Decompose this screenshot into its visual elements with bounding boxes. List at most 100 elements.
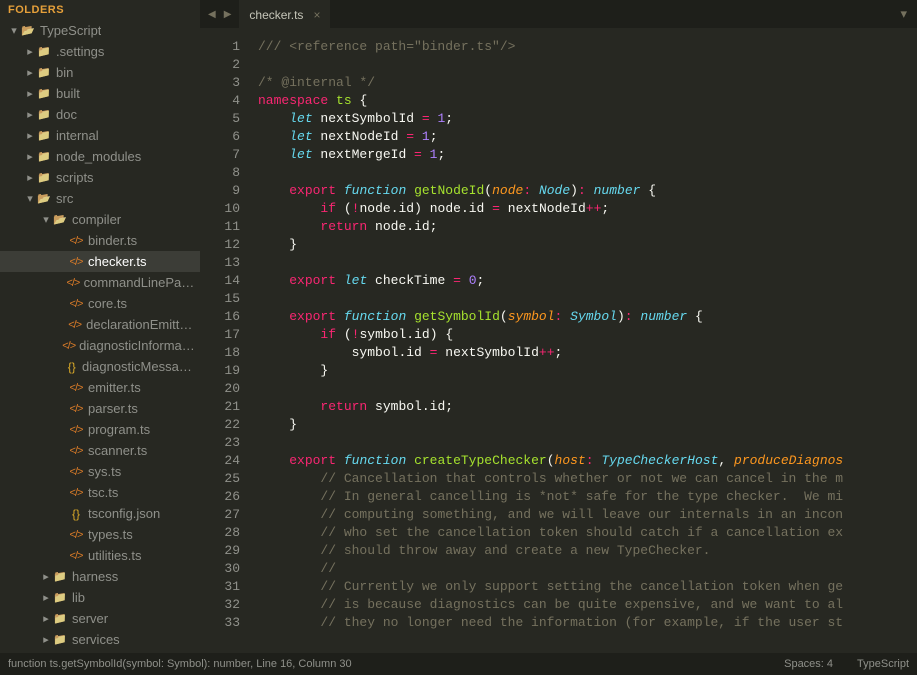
- line-number: 8: [200, 164, 240, 182]
- code-line[interactable]: if (!symbol.id) {: [258, 326, 917, 344]
- code-line[interactable]: let nextSymbolId = 1;: [258, 110, 917, 128]
- code-line[interactable]: let nextNodeId = 1;: [258, 128, 917, 146]
- code-line[interactable]: /* @internal */: [258, 74, 917, 92]
- code-line[interactable]: [258, 380, 917, 398]
- tree-item-sys-ts[interactable]: sys.ts: [0, 461, 200, 482]
- tree-item-typescript[interactable]: ▾TypeScript: [0, 20, 200, 41]
- code-line[interactable]: // should throw away and create a new Ty…: [258, 542, 917, 560]
- tab-close-icon[interactable]: ×: [313, 8, 320, 22]
- code-line[interactable]: [258, 56, 917, 74]
- tree-item-doc[interactable]: ▸ doc: [0, 104, 200, 125]
- tree-item-label: doc: [56, 107, 77, 122]
- tree-item-scanner-ts[interactable]: scanner.ts: [0, 440, 200, 461]
- code-line[interactable]: }: [258, 362, 917, 380]
- disclosure-triangle-icon[interactable]: ▸: [40, 591, 52, 604]
- status-indent[interactable]: Spaces: 4: [784, 658, 833, 670]
- disclosure-triangle-icon[interactable]: ▸: [24, 66, 36, 79]
- line-number: 19: [200, 362, 240, 380]
- disclosure-triangle-icon[interactable]: ▾: [40, 213, 52, 226]
- disclosure-triangle-icon[interactable]: ▸: [24, 108, 36, 121]
- tree-item-label: utilities.ts: [88, 548, 141, 563]
- disclosure-triangle-icon[interactable]: ▸: [24, 87, 36, 100]
- tree-item-declarationemitter-ts[interactable]: declarationEmitter.ts: [0, 314, 200, 335]
- tree-item-node-modules[interactable]: ▸node_modules: [0, 146, 200, 167]
- tree-item-lib[interactable]: ▸lib: [0, 587, 200, 608]
- code-content[interactable]: /// <reference path="binder.ts"/> /* @int…: [252, 28, 917, 653]
- tree-item-label: declarationEmitter.ts: [86, 317, 196, 332]
- tree-item-utilities-ts[interactable]: utilities.ts: [0, 545, 200, 566]
- code-line[interactable]: // Currently we only support setting the…: [258, 578, 917, 596]
- code-editor[interactable]: 1234567891011121314151617181920212223242…: [200, 28, 917, 653]
- code-line[interactable]: let nextMergeId = 1;: [258, 146, 917, 164]
- code-line[interactable]: // is because diagnostics can be quite e…: [258, 596, 917, 614]
- ts-icon: [68, 235, 84, 247]
- code-line[interactable]: // who set the cancellation token should…: [258, 524, 917, 542]
- code-line[interactable]: // Cancellation that controls whether or…: [258, 470, 917, 488]
- tree-item-scripts[interactable]: ▸scripts: [0, 167, 200, 188]
- tree-item-types-ts[interactable]: types.ts: [0, 524, 200, 545]
- tree-item-label: types.ts: [88, 527, 133, 542]
- disclosure-triangle-icon[interactable]: ▾: [8, 24, 20, 37]
- tree-item-tsc-ts[interactable]: tsc.ts: [0, 482, 200, 503]
- line-number: 33: [200, 614, 240, 632]
- tree-item-commandlineparser-ts[interactable]: commandLineParser.ts: [0, 272, 200, 293]
- code-line[interactable]: // In general cancelling is *not* safe f…: [258, 488, 917, 506]
- tree-item-checker-ts[interactable]: checker.ts: [0, 251, 200, 272]
- tree-item-label: diagnosticMessages.json: [82, 359, 196, 374]
- tree-item-bin[interactable]: ▸bin: [0, 62, 200, 83]
- tab-active[interactable]: checker.ts ×: [239, 0, 330, 28]
- code-line[interactable]: [258, 164, 917, 182]
- tree-item-emitter-ts[interactable]: emitter.ts: [0, 377, 200, 398]
- tree-item-harness[interactable]: ▸harness: [0, 566, 200, 587]
- tree-item-compiler[interactable]: ▾compiler: [0, 209, 200, 230]
- tree-item-server[interactable]: ▸server: [0, 608, 200, 629]
- tree-item-core-ts[interactable]: core.ts: [0, 293, 200, 314]
- disclosure-triangle-icon[interactable]: ▸: [40, 570, 52, 583]
- disclosure-triangle-icon[interactable]: ▸: [24, 45, 36, 58]
- disclosure-triangle-icon[interactable]: ▸: [24, 171, 36, 184]
- tree-item-built[interactable]: ▸built: [0, 83, 200, 104]
- tree-item-tsconfig-json[interactable]: tsconfig.json: [0, 503, 200, 524]
- tree-item-program-ts[interactable]: program.ts: [0, 419, 200, 440]
- code-line[interactable]: }: [258, 236, 917, 254]
- code-line[interactable]: if (!node.id) node.id = nextNodeId++;: [258, 200, 917, 218]
- code-line[interactable]: symbol.id = nextSymbolId++;: [258, 344, 917, 362]
- disclosure-triangle-icon[interactable]: ▾: [24, 192, 36, 205]
- code-line[interactable]: [258, 434, 917, 452]
- code-line[interactable]: //: [258, 560, 917, 578]
- status-language[interactable]: TypeScript: [857, 658, 909, 670]
- code-line[interactable]: }: [258, 416, 917, 434]
- code-line[interactable]: [258, 290, 917, 308]
- disclosure-triangle-icon[interactable]: ▸: [24, 150, 36, 163]
- code-line[interactable]: // computing something, and we will leav…: [258, 506, 917, 524]
- json-icon: [65, 360, 78, 374]
- code-line[interactable]: export function getNodeId(node: Node): n…: [258, 182, 917, 200]
- code-line[interactable]: export function getSymbolId(symbol: Symb…: [258, 308, 917, 326]
- disclosure-triangle-icon[interactable]: ▸: [40, 612, 52, 625]
- tree-item-parser-ts[interactable]: parser.ts: [0, 398, 200, 419]
- code-line[interactable]: export function createTypeChecker(host: …: [258, 452, 917, 470]
- tree-item-diagnosticmessages-json[interactable]: diagnosticMessages.json: [0, 356, 200, 377]
- tab-next-icon[interactable]: ▶: [222, 7, 234, 22]
- tree-item-label: tsc.ts: [88, 485, 118, 500]
- code-line[interactable]: export let checkTime = 0;: [258, 272, 917, 290]
- tree-item-services[interactable]: ▸services: [0, 629, 200, 650]
- disclosure-triangle-icon[interactable]: ▸: [24, 129, 36, 142]
- tree-item-src[interactable]: ▾src: [0, 188, 200, 209]
- tree-item--settings[interactable]: ▸.settings: [0, 41, 200, 62]
- code-line[interactable]: return node.id;: [258, 218, 917, 236]
- code-line[interactable]: /// <reference path="binder.ts"/>: [258, 38, 917, 56]
- line-number: 15: [200, 290, 240, 308]
- tab-prev-icon[interactable]: ◀: [206, 7, 218, 22]
- folder-tree[interactable]: ▾TypeScript▸.settings▸bin▸built▸doc▸inte…: [0, 20, 200, 653]
- line-number: 9: [200, 182, 240, 200]
- code-line[interactable]: [258, 254, 917, 272]
- tab-menu-icon[interactable]: ▾: [890, 0, 917, 28]
- tree-item-diagnosticinformationmap-generated-ts[interactable]: diagnosticInformationMap.generated.ts: [0, 335, 200, 356]
- code-line[interactable]: // they no longer need the information (…: [258, 614, 917, 632]
- tree-item-internal[interactable]: ▸internal: [0, 125, 200, 146]
- tree-item-binder-ts[interactable]: binder.ts: [0, 230, 200, 251]
- code-line[interactable]: namespace ts {: [258, 92, 917, 110]
- code-line[interactable]: return symbol.id;: [258, 398, 917, 416]
- disclosure-triangle-icon[interactable]: ▸: [40, 633, 52, 646]
